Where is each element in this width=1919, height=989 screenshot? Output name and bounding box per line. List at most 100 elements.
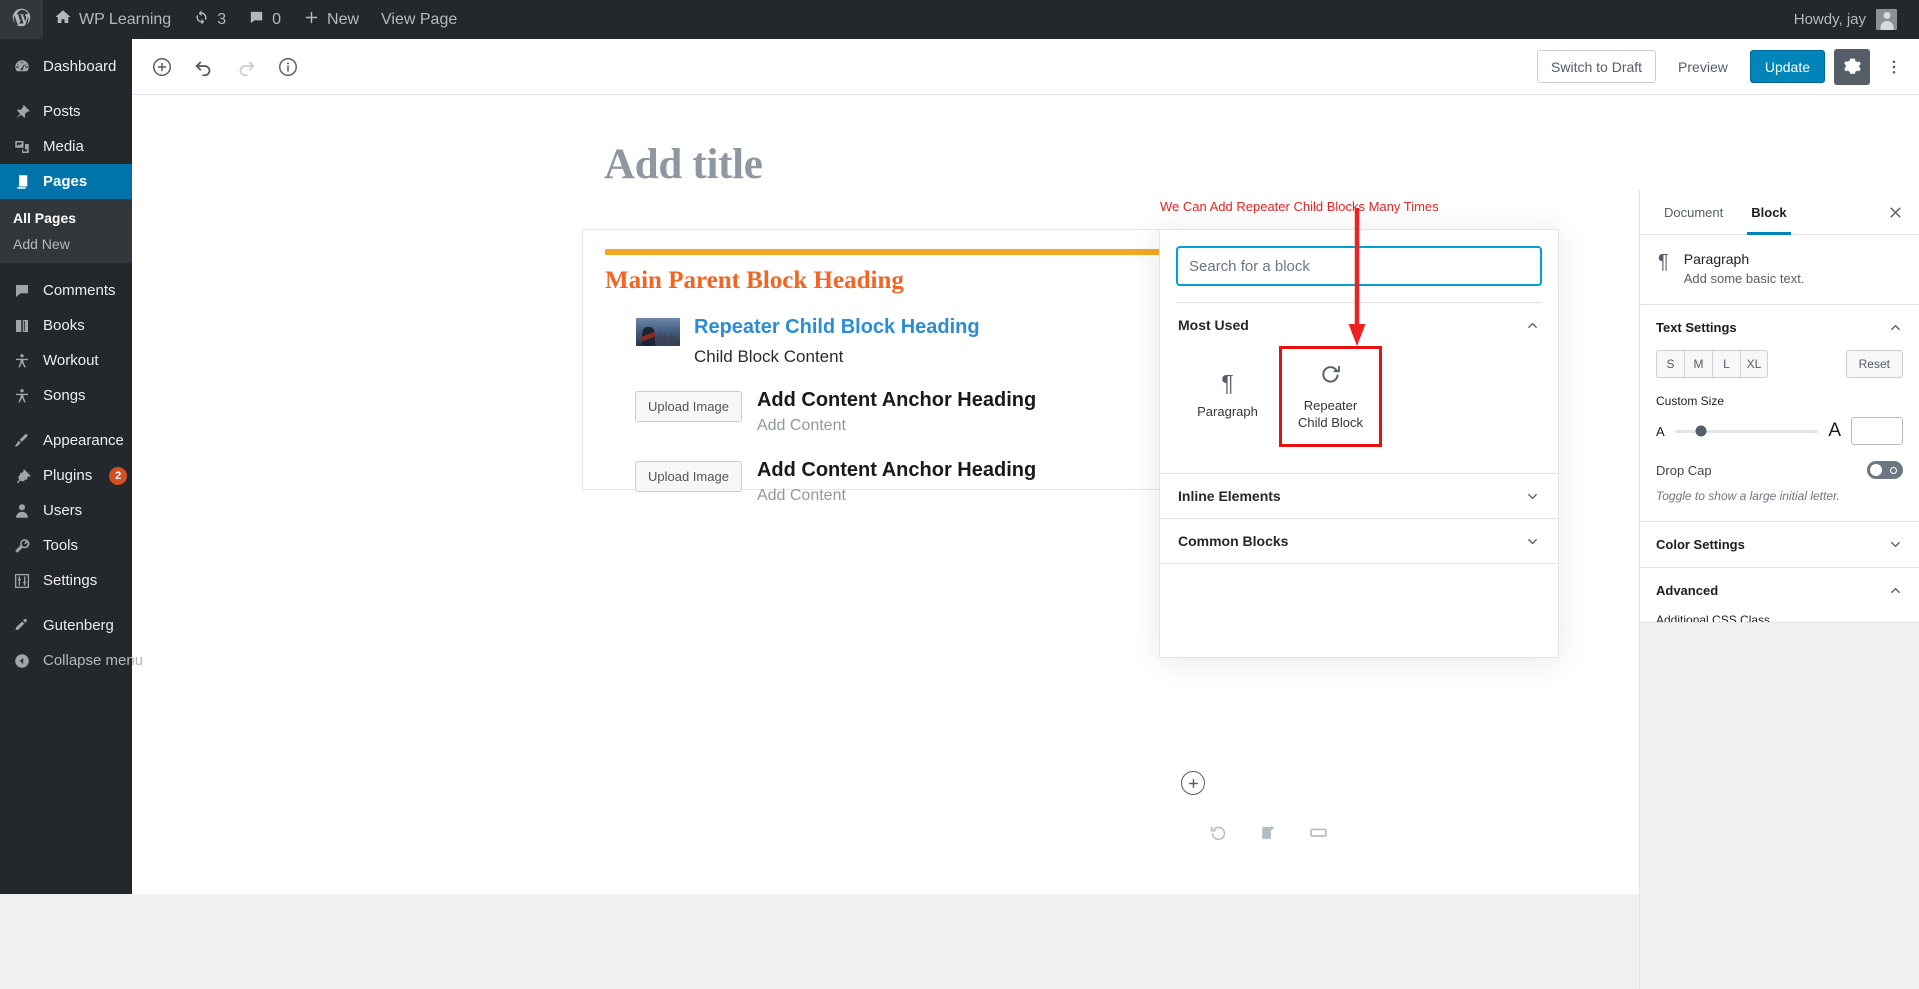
submenu-item-all-pages[interactable]: All Pages: [0, 205, 132, 231]
sidebar-item-label: Gutenberg: [43, 617, 114, 634]
sidebar-item-books[interactable]: Books: [0, 308, 132, 343]
font-size-s-button[interactable]: S: [1656, 350, 1684, 378]
tab-block[interactable]: Block: [1737, 190, 1800, 235]
circle-plus-icon[interactable]: [1181, 771, 1205, 795]
inserter-panel-common-blocks[interactable]: Common Blocks: [1160, 518, 1558, 563]
text-settings-header[interactable]: Text Settings: [1656, 305, 1903, 350]
sidebar-item-label: Songs: [43, 387, 86, 404]
menu-spacer: [0, 598, 132, 608]
advanced-label: Advanced: [1656, 583, 1719, 598]
sidebar-tabs: Document Block: [1640, 190, 1919, 235]
content-anchor-text: Add Content Anchor Heading Add Content: [757, 459, 1036, 505]
sidebar-item-songs[interactable]: Songs: [0, 378, 132, 413]
font-size-m-button[interactable]: M: [1684, 350, 1712, 378]
upload-image-button[interactable]: Upload Image: [635, 391, 742, 422]
ellipsis-vertical-icon[interactable]: [1879, 49, 1909, 85]
sidebar-item-comments[interactable]: Comments: [0, 273, 132, 308]
preview-button[interactable]: Preview: [1665, 50, 1741, 83]
repeater-child-text: Repeater Child Block Heading Child Block…: [694, 315, 980, 367]
admin-sidebar-menu: Dashboard Posts Media Pages All Pages Ad…: [0, 39, 143, 894]
my-account-menu[interactable]: Howdy, jay: [1794, 9, 1919, 30]
submenu-item-add-new[interactable]: Add New: [0, 231, 132, 257]
sidebar-item-plugins[interactable]: Plugins 2: [0, 458, 132, 493]
sidebar-item-collapse-menu[interactable]: Collapse menu: [0, 643, 143, 678]
custom-size-input[interactable]: [1851, 417, 1903, 445]
pin-icon: [11, 103, 32, 121]
updates-menu[interactable]: 3: [182, 0, 237, 39]
inserter-tile-repeater-child-block[interactable]: Repeater Child Block: [1279, 346, 1382, 447]
sidebar-item-dashboard[interactable]: Dashboard: [0, 49, 132, 84]
upload-image-button[interactable]: Upload Image: [635, 461, 742, 492]
wrench-icon: [11, 537, 32, 555]
parent-block-heading[interactable]: Main Parent Block Heading: [605, 267, 1194, 295]
content-anchor-content[interactable]: Add Content: [757, 417, 1036, 435]
add-block-icon[interactable]: [144, 49, 180, 85]
content-anchor-block[interactable]: Upload Image Add Content Anchor Heading …: [605, 459, 1194, 505]
sidebar-item-settings[interactable]: Settings: [0, 563, 132, 598]
sidebar-item-gutenberg[interactable]: Gutenberg: [0, 608, 132, 643]
font-size-l-button[interactable]: L: [1712, 350, 1740, 378]
content-info-icon[interactable]: [270, 49, 306, 85]
font-size-slider[interactable]: [1674, 425, 1819, 437]
site-name-menu[interactable]: WP Learning: [43, 0, 182, 39]
reset-button[interactable]: Reset: [1845, 350, 1903, 378]
full-width-icon[interactable]: [1307, 821, 1329, 843]
switch-to-draft-button[interactable]: Switch to Draft: [1537, 50, 1657, 83]
main-parent-block[interactable]: Main Parent Block Heading Repeater Child…: [582, 229, 1217, 504]
content-anchor-block[interactable]: Upload Image Add Content Anchor Heading …: [605, 389, 1194, 435]
sidebar-item-users[interactable]: Users: [0, 493, 132, 528]
repeater-child-heading[interactable]: Repeater Child Block Heading: [694, 315, 980, 339]
content-anchor-text: Add Content Anchor Heading Add Content: [757, 389, 1036, 435]
sidebar-item-workout[interactable]: Workout: [0, 343, 132, 378]
inserter-block-grid: ¶ Paragraph Repeater Child Block: [1160, 346, 1558, 447]
view-page-link[interactable]: View Page: [370, 0, 468, 39]
text-settings-label: Text Settings: [1656, 320, 1737, 335]
block-settings-sidebar: Document Block ¶ Paragraph Add some basi…: [1639, 190, 1919, 989]
sidebar-item-label: Workout: [43, 352, 99, 369]
sidebar-item-posts[interactable]: Posts: [0, 94, 132, 129]
content-anchor-heading[interactable]: Add Content Anchor Heading: [757, 389, 1036, 412]
small-letter-label: A: [1656, 423, 1665, 439]
inserter-tile-paragraph[interactable]: ¶ Paragraph: [1176, 346, 1279, 447]
sidebar-item-pages[interactable]: Pages: [0, 164, 132, 199]
new-content-menu[interactable]: New: [292, 0, 370, 39]
color-settings-header[interactable]: Color Settings: [1656, 522, 1903, 567]
post-title-input[interactable]: Add title: [604, 140, 763, 189]
repeater-child-block[interactable]: Repeater Child Block Heading Child Block…: [605, 315, 1194, 367]
slider-thumb[interactable]: [1695, 425, 1707, 437]
large-letter-label: A: [1828, 420, 1841, 441]
sidebar-item-appearance[interactable]: Appearance: [0, 423, 132, 458]
chevron-up-icon: [1525, 318, 1540, 333]
advanced-header[interactable]: Advanced: [1656, 568, 1903, 613]
pages-submenu: All Pages Add New: [0, 199, 132, 263]
tab-document[interactable]: Document: [1650, 190, 1737, 235]
inserter-panel-inline-elements[interactable]: Inline Elements: [1160, 473, 1558, 518]
sidebar-item-tools[interactable]: Tools: [0, 528, 132, 563]
drop-cap-toggle[interactable]: [1867, 461, 1903, 479]
wp-logo-menu[interactable]: [0, 0, 43, 39]
reset-rotate-icon[interactable]: [1207, 821, 1229, 843]
comment-bubble-icon: [11, 282, 32, 300]
gear-icon[interactable]: [1834, 48, 1870, 85]
menu-spacer: [0, 39, 132, 49]
inserter-panel-label: Inline Elements: [1178, 488, 1281, 504]
content-anchor-heading[interactable]: Add Content Anchor Heading: [757, 459, 1036, 482]
font-size-xl-button[interactable]: XL: [1740, 350, 1768, 378]
update-button[interactable]: Update: [1749, 50, 1825, 83]
custom-size-row: A A: [1656, 417, 1903, 445]
repeater-child-content[interactable]: Child Block Content: [694, 347, 980, 367]
editor-header-right-tools: Switch to Draft Preview Update: [1537, 48, 1909, 85]
updates-count: 3: [217, 10, 227, 28]
harry-potter-thumbnail-image: [636, 318, 680, 346]
undo-icon[interactable]: [186, 49, 222, 85]
sidebar-item-label: Tools: [43, 537, 79, 554]
sidebar-item-media[interactable]: Media: [0, 129, 132, 164]
close-icon[interactable]: [1877, 194, 1913, 230]
content-anchor-content[interactable]: Add Content: [757, 487, 1036, 505]
comments-menu[interactable]: 0: [237, 0, 292, 39]
duplicate-block-icon[interactable]: [1257, 821, 1279, 843]
comment-bubble-icon: [248, 9, 265, 31]
drop-cap-help-text: Toggle to show a large initial letter.: [1656, 489, 1840, 503]
text-settings-section: Text Settings S M L XL Reset Custom Size: [1640, 305, 1919, 522]
redo-icon[interactable]: [228, 49, 264, 85]
